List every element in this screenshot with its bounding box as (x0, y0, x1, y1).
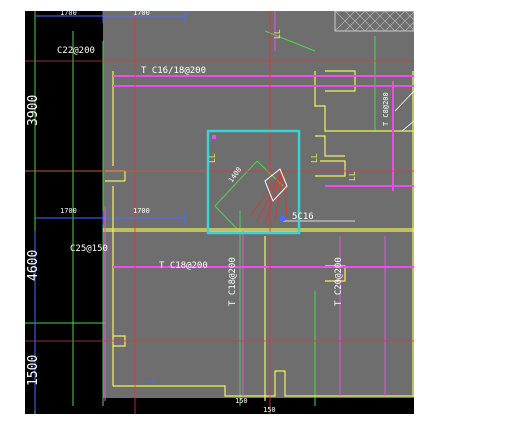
yellow-walls (103, 70, 414, 401)
small-label-c: LL (348, 171, 357, 181)
label-mid-left-rebar: C25@150 (70, 244, 108, 254)
bottom-black-band (25, 398, 414, 414)
dim-left-1: 3900 (26, 95, 41, 126)
small-label-a: LL (273, 29, 282, 39)
hatch-region (334, 11, 414, 32)
dim-mid-2: 1700 (133, 207, 150, 215)
dim-left-2: 4600 (26, 250, 41, 281)
label-top-main-rebar: T C16/18@200 (141, 66, 206, 76)
label-top-left-rebar: C22@200 (57, 46, 95, 56)
grip-blue[interactable] (280, 216, 285, 221)
dim-top-2: 1700 (133, 11, 150, 17)
label-mid-main-rebar: T C18@200 (159, 261, 208, 271)
dim-top-1: 1700 (60, 11, 77, 17)
label-vert-a: T C18@200 (228, 257, 238, 306)
dim-bottom-1: 150 (235, 397, 248, 405)
label-callout: 5C16 (292, 212, 314, 222)
cad-drawing-viewport[interactable]: 1700 1700 1700 1700 C22@200 T C16/18@200… (25, 11, 414, 414)
cad-drawing-canvas[interactable]: 1700 1700 1700 1700 C22@200 T C16/18@200… (25, 11, 414, 414)
dim-mid-1: 1700 (60, 207, 77, 215)
white-leader-lines (283, 90, 414, 222)
label-diag: 1400 (227, 166, 243, 184)
label-vert-b: T C20@200 (334, 257, 344, 306)
small-label-b: LL (310, 153, 319, 163)
selection-grip[interactable] (212, 135, 216, 139)
label-right-vertical: T C8@200 (382, 92, 390, 126)
dim-left-3: 1500 (26, 355, 41, 386)
dim-bottom-2: 150 (263, 406, 276, 414)
small-label-d: LL (208, 153, 217, 163)
